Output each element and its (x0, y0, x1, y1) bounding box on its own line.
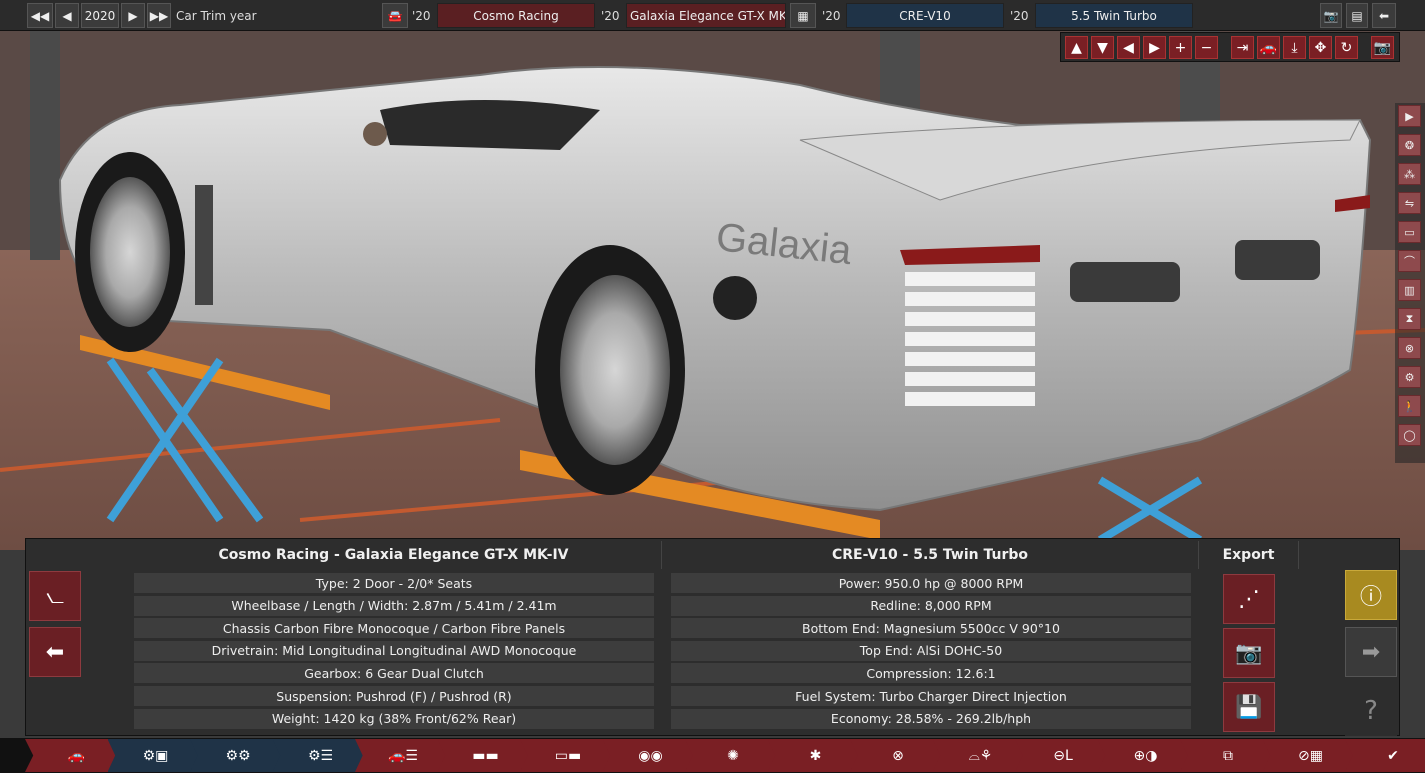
right-arrow-icon: ➡ (1361, 639, 1381, 665)
model-year: '20 (601, 8, 620, 23)
car-stat-row: Weight: 1420 kg (38% Front/62% Rear) (134, 708, 654, 729)
nav-aero-icon[interactable]: ⌓⚘ (932, 739, 1029, 772)
warning-button[interactable]: ⓘ (1345, 570, 1397, 620)
back-icon[interactable]: ⬅ (1372, 3, 1396, 28)
sidebar-icon-6[interactable]: ▥ (1398, 279, 1421, 301)
nav-seating-icon[interactable]: 🚗☰ (355, 739, 451, 772)
snap-icon[interactable]: ⇥ (1231, 36, 1254, 59)
nav-engine-icon[interactable]: ⚙⚙ (190, 739, 286, 772)
model-field[interactable]: Galaxia Elegance GT-X MK-I (626, 3, 786, 28)
sidebar-icon-1[interactable]: ❂ (1398, 134, 1421, 156)
engine-summary-title: CRE-V10 - 5.5 Twin Turbo (662, 541, 1199, 569)
sidebar-icon-2[interactable]: ⁂ (1398, 163, 1421, 185)
nav-engine-tune-icon[interactable]: ⚙☰ (272, 739, 369, 772)
engine-stat-row: Compression: 12.6:1 (671, 663, 1191, 684)
car-stat-row: Gearbox: 6 Gear Dual Clutch (134, 663, 654, 684)
save-button[interactable]: 💾 (1223, 682, 1275, 732)
nav-interior-icon[interactable]: ⊖L (1015, 739, 1111, 772)
screenshot-icon[interactable]: 📷 (1320, 3, 1342, 28)
nav-brakes-icon[interactable]: ✺ (685, 739, 781, 772)
graph-button[interactable]: ⦦ (29, 571, 81, 621)
year-value: 2020 (81, 3, 119, 28)
help-button[interactable]: ? (1345, 686, 1397, 736)
warning-icon: ⓘ (1359, 585, 1382, 610)
plus-icon[interactable]: + (1169, 36, 1192, 59)
next-button[interactable]: ➡ (1345, 627, 1397, 677)
right-arrow-icon[interactable]: ▶ (1143, 36, 1166, 59)
nav-wheels-icon[interactable]: ✱ (767, 739, 864, 772)
sidebar-icon-0[interactable]: ▶ (1398, 105, 1421, 127)
engine-stat-row: Economy: 28.58% - 269.2lb/hph (671, 708, 1191, 729)
down-arrow-icon[interactable]: ▼ (1091, 36, 1114, 59)
car-stat-row: Type: 2 Door - 2/0* Seats (134, 573, 654, 593)
prev-year-button[interactable]: ◀ (55, 3, 79, 28)
minus-icon[interactable]: − (1195, 36, 1218, 59)
component-sidebar: ▶ ❂ ⁂ ⇋ ▭ ⌒ ▥ ⧗ ⊗ ⚙ 🚶 ◯ (1395, 103, 1425, 463)
car-summary-title: Cosmo Racing - Galaxia Elegance GT-X MK-… (126, 541, 662, 569)
brand-field[interactable]: Cosmo Racing (437, 3, 595, 28)
reset-icon[interactable]: ↻ (1335, 36, 1358, 59)
sidebar-icon-9[interactable]: ⚙ (1398, 366, 1421, 388)
nav-trim-icon[interactable]: ▬▬ (437, 739, 534, 772)
nav-chassis-icon[interactable]: ⚙▣ (107, 739, 204, 772)
car-stat-row: Chassis Carbon Fibre Monocoque / Carbon … (134, 618, 654, 639)
brand-year: '20 (412, 8, 431, 23)
nav-finish-icon[interactable]: ✔ (1345, 739, 1425, 772)
nav-steering-icon[interactable]: ⊕◑ (1097, 739, 1194, 772)
nav-suspension-icon[interactable]: ⧉ (1180, 739, 1276, 772)
car-stat-row: Wheelbase / Length / Width: 2.87m / 5.41… (134, 595, 654, 616)
ground-icon[interactable]: ⤓ (1283, 36, 1306, 59)
car-stat-row: Suspension: Pushrod (F) / Pushrod (R) (134, 686, 654, 706)
camera-icon[interactable]: 📷 (1371, 36, 1394, 59)
help-icon: ? (1364, 696, 1378, 726)
sidebar-icon-4[interactable]: ▭ (1398, 221, 1421, 243)
engine-stat-row: Power: 950.0 hp @ 8000 RPM (671, 573, 1191, 593)
left-arrow-icon: ⬅ (45, 639, 65, 665)
first-year-button[interactable]: ◀◀ (27, 3, 53, 28)
summary-panel: Cosmo Racing - Galaxia Elegance GT-X MK-… (25, 538, 1400, 736)
sidebar-icon-7[interactable]: ⧗ (1398, 308, 1421, 330)
up-arrow-icon[interactable]: ▲ (1065, 36, 1088, 59)
sidebar-icon-10[interactable]: 🚶 (1398, 395, 1421, 417)
sidebar-icon-5[interactable]: ⌒ (1398, 250, 1421, 272)
nav-tyres-icon[interactable]: ⊗ (850, 739, 946, 772)
nav-body-icon[interactable]: ▭▬ (520, 739, 616, 772)
graph-icon: ⦦ (45, 583, 65, 609)
camera-controls: ▲ ▼ ◀ ▶ + − ⇥ 🚗 ⤓ ✥ ↻ 📷 (1060, 32, 1400, 62)
sidebar-icon-8[interactable]: ⊗ (1398, 337, 1421, 359)
top-bar: ◀◀ ◀ 2020 ▶ ▶▶ Car Trim year 🚘 '20 Cosmo… (0, 0, 1425, 31)
trim-year-label: Car Trim year (176, 8, 257, 23)
export-title: Export (1199, 541, 1299, 569)
engine-family-field[interactable]: CRE-V10 (846, 3, 1004, 28)
engine-stat-row: Bottom End: Magnesium 5500cc V 90°10 (671, 618, 1191, 639)
car-stat-row: Drivetrain: Mid Longitudinal Longitudina… (134, 640, 654, 661)
save-icon: 💾 (1235, 694, 1263, 720)
car-icon[interactable]: 🚗 (1257, 36, 1280, 59)
nav-test-icon[interactable]: ⊘▦ (1262, 739, 1359, 772)
camera-icon: 📷 (1235, 640, 1263, 666)
back-button[interactable]: ⬅ (29, 627, 81, 677)
sidebar-icon-3[interactable]: ⇋ (1398, 192, 1421, 214)
car-icon[interactable]: 🚘 (382, 3, 408, 28)
share-icon: ⋰ (1238, 586, 1260, 612)
engine-variant-field[interactable]: 5.5 Twin Turbo (1035, 3, 1193, 28)
sidebar-icon-11[interactable]: ◯ (1398, 424, 1421, 446)
last-year-button[interactable]: ▶▶ (147, 3, 171, 28)
left-arrow-icon[interactable]: ◀ (1117, 36, 1140, 59)
engine-family-year: '20 (822, 8, 841, 23)
next-year-button[interactable]: ▶ (121, 3, 145, 28)
stats-icon[interactable]: ▤ (1346, 3, 1368, 28)
share-button[interactable]: ⋰ (1223, 574, 1275, 624)
variant-year: '20 (1010, 8, 1029, 23)
bottom-nav: 🚗 ⚙▣ ⚙⚙ ⚙☰ 🚗☰ ▬▬ ▭▬ ◉◉ ✺ ✱ ⊗ ⌓⚘ ⊖L ⊕◑ ⧉ ⊘▦ ✔ (0, 738, 1425, 773)
engine-stat-row: Fuel System: Turbo Charger Direct Inject… (671, 686, 1191, 706)
move-icon[interactable]: ✥ (1309, 36, 1332, 59)
engine-stat-row: Redline: 8,000 RPM (671, 595, 1191, 616)
photo-button[interactable]: 📷 (1223, 628, 1275, 678)
nav-fixtures-icon[interactable]: ◉◉ (602, 739, 699, 772)
engine-icon[interactable]: ▦ (790, 3, 816, 28)
engine-stat-row: Top End: AlSi DOHC-50 (671, 640, 1191, 661)
